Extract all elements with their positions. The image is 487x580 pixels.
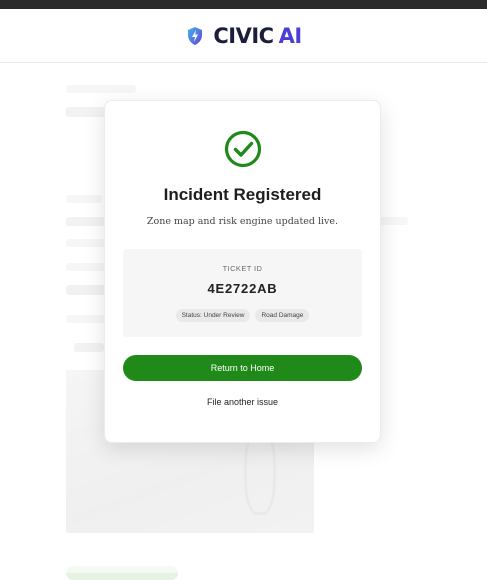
browser-top-strip <box>0 0 487 9</box>
incident-registered-dialog: Incident Registered Zone map and risk en… <box>104 100 381 443</box>
file-another-issue-link[interactable]: File another issue <box>105 397 380 407</box>
app-header: CIVIC AI <box>0 9 487 63</box>
ticket-id-value: 4E2722AB <box>207 281 278 296</box>
check-circle-icon <box>224 130 262 168</box>
ticket-id-label: TICKET ID <box>222 264 263 273</box>
ticket-card: TICKET ID 4E2722AB Status: Under Review … <box>123 249 362 337</box>
status-badge: Status: Under Review <box>175 309 251 322</box>
shield-lightning-icon <box>188 26 203 45</box>
brand-name-main: CIVIC <box>213 23 274 48</box>
brand-name: CIVIC AI <box>213 23 303 48</box>
dialog-subtitle: Zone map and risk engine updated live. <box>146 216 339 227</box>
category-badge: Road Damage <box>255 309 310 322</box>
brand-name-ai: AI <box>278 23 303 48</box>
return-home-button[interactable]: Return to Home <box>123 355 362 381</box>
dialog-title: Incident Registered <box>163 185 322 204</box>
brand[interactable]: CIVIC AI <box>185 23 303 48</box>
ticket-badges: Status: Under Review Road Damage <box>123 309 362 322</box>
